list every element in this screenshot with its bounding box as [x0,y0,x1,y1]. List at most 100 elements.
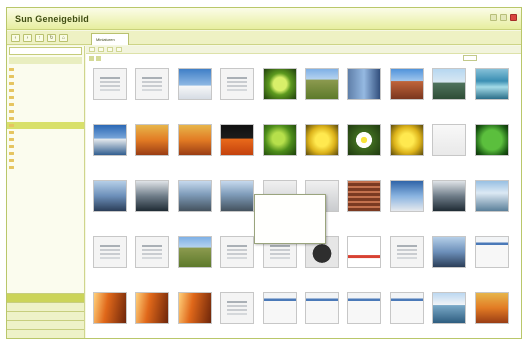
tree-folder-item[interactable] [7,143,84,150]
thumbnail-item[interactable] [472,124,512,176]
content-toolbar-item[interactable] [98,47,104,52]
tree-folder-item[interactable] [7,108,84,115]
thumbnail-item[interactable] [344,180,384,232]
thumbnail-image[interactable] [93,236,127,268]
thumbnail-item[interactable] [175,68,215,120]
thumbnail-image[interactable] [177,180,212,212]
thumbnail-image[interactable] [220,292,255,324]
sidebar-panel-bar[interactable] [7,329,84,338]
thumbnail-item[interactable] [260,68,300,120]
thumbnail-item[interactable] [429,236,469,288]
refresh-icon[interactable]: ↻ [47,34,56,42]
tree-folder-item[interactable] [7,66,84,73]
thumbnail-item[interactable] [175,180,215,232]
thumbnail-item[interactable] [217,236,257,288]
thumbnail-image[interactable] [347,180,382,212]
thumbnail-image[interactable] [220,180,255,212]
thumbnail-image[interactable] [262,124,297,156]
thumbnail-item[interactable] [302,68,342,120]
thumbnail-item[interactable] [344,292,384,344]
thumbnail-item[interactable] [132,236,172,288]
thumbnail-image[interactable] [305,124,339,156]
tree-folder-item[interactable] [7,122,84,129]
thumbnail-image[interactable] [474,180,509,212]
thumbnail-item[interactable] [217,68,257,120]
thumbnail-item[interactable] [90,292,130,344]
thumbnail-item[interactable] [132,180,172,232]
sidebar-panel-bar[interactable] [7,293,84,302]
thumbnail-item[interactable] [302,292,342,344]
thumbnail-image[interactable] [135,292,170,324]
thumbnail-image[interactable] [474,236,509,268]
thumbnail-image[interactable] [347,292,382,324]
content-toolbar-item[interactable] [89,47,95,52]
thumbnail-image[interactable] [135,124,170,156]
tree-folder-item[interactable] [7,73,84,80]
thumbnail-item[interactable] [387,292,427,344]
tree-folder-item[interactable] [7,164,84,171]
thumbnail-image[interactable] [389,68,424,100]
thumbnail-image[interactable] [389,180,424,212]
up-icon[interactable]: ↑ [35,34,44,42]
tree-folder-item[interactable] [7,101,84,108]
sidebar-panel-bar[interactable] [7,320,84,329]
thumbnail-image[interactable] [432,292,467,324]
thumbnail-image[interactable] [432,180,467,212]
thumbnail-item[interactable] [175,292,215,344]
thumbnail-item[interactable] [344,68,384,120]
thumbnail-item[interactable] [344,124,384,176]
thumbnail-image[interactable] [347,124,382,156]
view-list-icon[interactable] [96,55,101,61]
thumbnail-item[interactable] [217,292,257,344]
thumbnail-image[interactable] [389,124,424,156]
thumbnail-image[interactable] [305,68,339,100]
thumbnail-item[interactable] [175,236,215,288]
thumbnail-image[interactable] [177,68,212,100]
thumbnail-item[interactable] [472,180,512,232]
tree-folder-item[interactable] [7,80,84,87]
thumbnail-image[interactable] [177,236,212,268]
thumbnail-item[interactable] [90,124,130,176]
maximize-icon[interactable] [500,14,507,21]
thumbnail-image[interactable] [432,124,467,156]
thumbnail-image[interactable] [93,68,127,100]
thumbnail-item[interactable] [132,292,172,344]
thumbnail-item[interactable] [429,180,469,232]
tree-folder-item[interactable] [7,136,84,143]
thumbnail-item[interactable] [217,180,257,232]
sidebar-panel-bar[interactable] [7,311,84,320]
thumbnail-image[interactable] [177,124,212,156]
close-icon[interactable] [510,14,517,21]
thumbnail-image[interactable] [432,68,467,100]
home-icon[interactable]: ⌂ [59,34,68,42]
thumbnail-item[interactable] [175,124,215,176]
thumbnail-image[interactable] [347,236,382,268]
content-toolbar-item[interactable] [107,47,113,52]
tree-folder-item[interactable] [7,157,84,164]
thumbnail-item[interactable] [132,124,172,176]
thumbnail-item[interactable] [90,236,130,288]
thumbnail-image[interactable] [220,68,255,100]
thumbnail-item[interactable] [344,236,384,288]
thumbnail-item[interactable] [260,292,300,344]
view-grid-icon[interactable] [89,55,94,61]
thumbnail-image[interactable] [220,124,255,156]
thumbnail-item[interactable] [132,68,172,120]
thumbnail-image[interactable] [135,180,170,212]
thumbnail-item[interactable] [387,68,427,120]
thumbnail-image[interactable] [389,292,424,324]
thumbnail-item[interactable] [429,124,469,176]
thumbnail-image[interactable] [93,292,127,324]
thumbnail-image[interactable] [262,68,297,100]
thumbnail-item[interactable] [387,124,427,176]
thumbnail-image[interactable] [93,180,127,212]
thumbnail-image[interactable] [474,68,509,100]
thumbnail-image[interactable] [305,292,339,324]
tree-folder-item[interactable] [7,115,84,122]
thumbnail-item[interactable] [472,236,512,288]
thumbnail-item[interactable] [90,68,130,120]
thumbnail-image[interactable] [220,236,255,268]
thumbnail-item[interactable] [302,124,342,176]
thumbnail-image[interactable] [262,292,297,324]
thumbnail-item[interactable] [472,68,512,120]
